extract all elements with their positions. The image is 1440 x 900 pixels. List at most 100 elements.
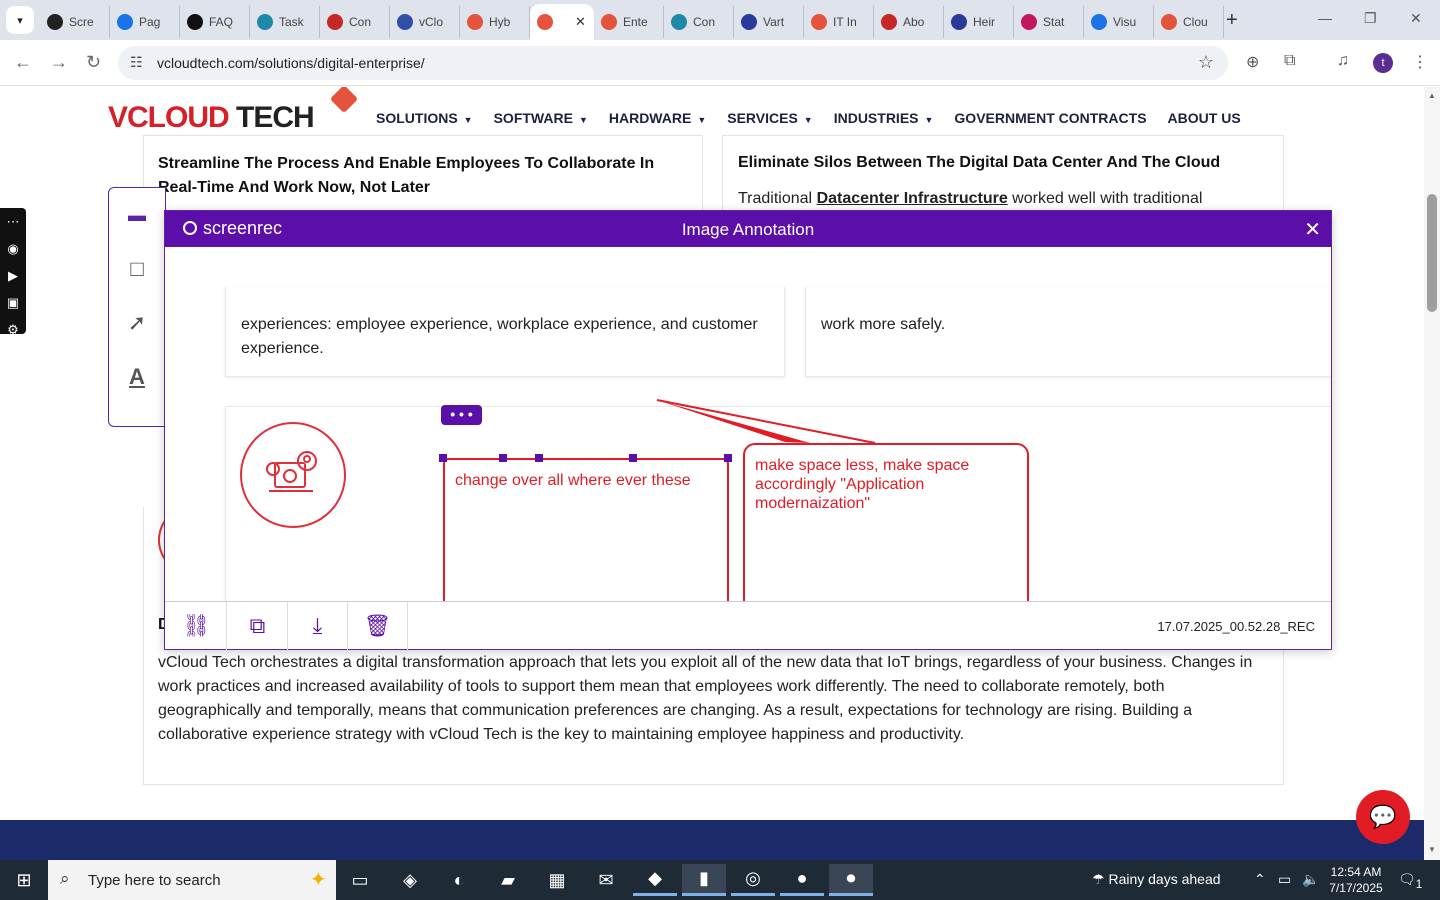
extensions-icon[interactable]: ⧉ [1284,52,1295,70]
browser-tab[interactable]: Task [250,6,320,38]
nav-item-label: SOLUTIONS [376,110,458,126]
nav-item[interactable]: GOVERNMENT CONTRACTS [954,110,1146,126]
minimize-icon[interactable]: — [1318,10,1332,26]
chat-widget-icon[interactable]: 💬 [1356,790,1410,844]
new-tab-button[interactable]: + [1226,9,1238,32]
restore-icon[interactable]: ❐ [1364,10,1377,27]
scroll-thumb[interactable] [1427,194,1437,312]
app-icon[interactable]: ◆ [633,864,677,896]
browser-tab[interactable]: Ente [594,6,664,38]
mail-app-icon[interactable]: ✉ [584,864,628,896]
taskbar-search[interactable]: ⌕ Type here to search ✦ [48,860,336,900]
copy-link-icon[interactable]: ⛓ [167,602,227,650]
browser-tab[interactable]: IT In [804,6,874,38]
weather-text: Rainy days ahead [1108,871,1221,887]
resize-handle[interactable] [629,454,637,462]
more-menu-icon[interactable]: ⋮ [1412,52,1428,72]
resize-handle[interactable] [535,454,543,462]
arrow-tool-icon[interactable]: ➚ [109,296,165,350]
browser-tab[interactable]: Clou [1154,6,1224,38]
browser-tab[interactable]: ✕ [530,4,594,40]
browser-tab[interactable]: Con [664,6,734,38]
scroll-down-icon[interactable]: ▼ [1428,845,1436,854]
browser-tab[interactable]: Visu [1084,6,1154,38]
nav-item[interactable]: SERVICES ▼ [727,110,812,126]
tab-favicon-icon [467,14,483,30]
delete-icon[interactable]: 🗑 [348,602,408,650]
notifications-icon[interactable]: 🗨1 [1398,871,1422,891]
settings-icon[interactable]: ⚙ [0,316,26,343]
clock[interactable]: 12:54 AM 7/17/2025 [1324,864,1388,896]
modal-close-icon[interactable]: ✕ [1304,217,1321,242]
browser-tab[interactable]: FAQ [180,6,250,38]
zoom-app-icon[interactable]: ● [780,864,824,896]
browser-tab[interactable]: Vart [734,6,804,38]
site-logo[interactable]: VCLOUD TECH [108,101,315,135]
tab-favicon-icon [811,14,827,30]
tab-label: Stat [1043,15,1065,29]
video-icon[interactable]: ▶ [0,262,26,289]
annotation-text-1[interactable]: change over all where ever these [455,471,715,490]
back-icon[interactable]: ← [14,52,32,73]
annotation-text-2[interactable]: make space less, make space accordingly … [755,456,1005,513]
edge-app-icon[interactable]: ◐ [437,864,481,896]
network-icon[interactable]: ▭ [1278,871,1291,888]
pin-icon[interactable]: ⋯ [0,208,26,235]
nav-item[interactable]: SOFTWARE ▼ [494,110,588,126]
resize-handle[interactable] [499,454,507,462]
page-scrollbar[interactable]: ▲ ▼ [1424,87,1440,860]
rectangle-tool-icon[interactable]: □ [109,242,165,296]
annotation-more-handle[interactable]: • • • [441,405,482,425]
nav-item[interactable]: INDUSTRIES ▼ [834,110,934,126]
address-bar[interactable]: ☷ vcloudtech.com/solutions/digital-enter… [118,46,1228,80]
browser-tab[interactable]: Heir [944,6,1014,38]
weather-widget[interactable]: ☂ Rainy days ahead [1092,871,1221,888]
browser-tab[interactable]: vClo [390,6,460,38]
nav-item[interactable]: HARDWARE ▼ [609,110,706,126]
resize-handle[interactable] [439,454,447,462]
browser-tab[interactable]: Hyb [460,6,530,38]
annotation-canvas[interactable]: experiences: employee experience, workpl… [165,247,1331,601]
nav-item[interactable]: SOLUTIONS ▼ [376,110,473,126]
comment-tool-icon[interactable]: ▬ [109,188,165,242]
translate-icon[interactable]: ⊕ [1246,52,1259,72]
browser-tab[interactable]: Pag [110,6,180,38]
scroll-up-icon[interactable]: ▲ [1428,91,1436,100]
media-controls-icon[interactable]: ♫ [1337,52,1349,70]
card-right-heading: Eliminate Silos Between The Digital Data… [738,154,1221,171]
reload-icon[interactable]: ↻ [86,52,101,73]
site-settings-icon[interactable]: ☷ [130,54,143,71]
forward-icon[interactable]: → [50,52,68,73]
windows-start-icon[interactable]: ⊞ [0,860,48,900]
volume-icon[interactable]: 🔈 [1302,871,1319,888]
tray-chevron-icon[interactable]: ⌃ [1254,871,1266,888]
resize-handle[interactable] [724,454,732,462]
camera-icon[interactable]: ◉ [0,235,26,262]
screenrec-app-icon[interactable]: ⏺ [829,864,873,896]
sticky-notes-icon[interactable]: ▮ [682,864,726,896]
browser-tab[interactable]: Con [320,6,390,38]
card-left-heading: Streamline The Process And Enable Employ… [158,155,655,196]
profile-avatar[interactable]: t [1373,53,1393,73]
windows-taskbar: ⊞ ⌕ Type here to search ✦ ▭ ◈ ◐ ▰ ▦ ✉ ◆ … [0,860,1440,900]
browser-tab[interactable]: Scre [40,6,110,38]
copilot-sparkle-icon[interactable]: ✦ [310,867,327,892]
gallery-icon[interactable]: ▣ [0,289,26,316]
browser-tab[interactable]: Abo [874,6,944,38]
file-explorer-icon[interactable]: ▰ [486,864,530,896]
datacenter-infrastructure-link[interactable]: Datacenter Infrastructure [817,190,1008,207]
bookmark-star-icon[interactable]: ☆ [1198,52,1214,73]
chrome-app-icon[interactable]: ◎ [731,864,775,896]
tab-close-icon[interactable]: ✕ [575,14,586,30]
store-app-icon[interactable]: ▦ [535,864,579,896]
tab-label: vClo [419,15,444,29]
copilot-app-icon[interactable]: ◈ [388,864,432,896]
close-window-icon[interactable]: ✕ [1410,10,1422,27]
text-tool-icon[interactable]: A [109,350,165,404]
copy-image-icon[interactable]: ⧉ [228,602,288,650]
download-icon[interactable]: ⤓ [288,602,348,650]
browser-tab[interactable]: Stat [1014,6,1084,38]
task-view-icon[interactable]: ▭ [338,864,382,896]
tab-search-button[interactable]: ▾ [6,6,34,34]
nav-item[interactable]: ABOUT US [1168,110,1241,126]
